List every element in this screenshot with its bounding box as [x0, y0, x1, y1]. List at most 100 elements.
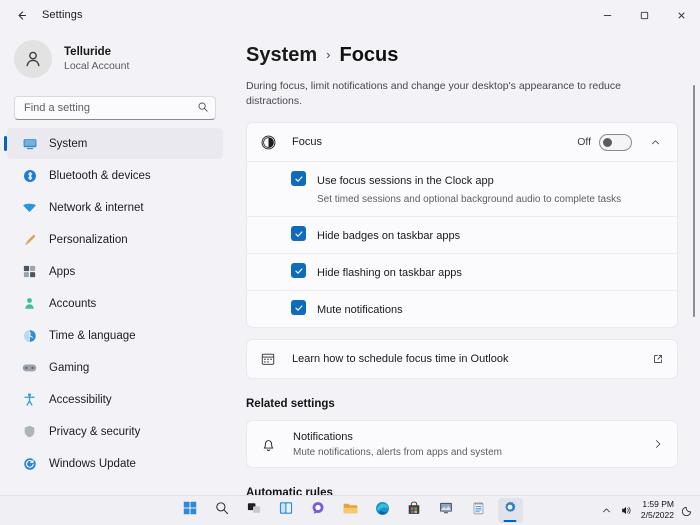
edge-browser-icon: [374, 500, 391, 522]
bell-icon: [260, 436, 280, 453]
focus-option-row[interactable]: Mute notifications: [247, 290, 677, 327]
focus-notification-button[interactable]: [682, 504, 694, 516]
minimize-button[interactable]: [589, 0, 626, 30]
widgets-icon: [278, 500, 294, 521]
gear-icon: [502, 500, 518, 521]
search-icon: [214, 500, 230, 521]
sidebar-item-gaming[interactable]: Gaming: [7, 352, 223, 383]
clock-globe-icon: [21, 327, 38, 344]
sidebar-item-network-internet[interactable]: Network & internet: [7, 192, 223, 223]
avatar: [14, 40, 52, 78]
focus-option-row[interactable]: Hide badges on taskbar apps: [247, 216, 677, 253]
row-texts: Use focus sessions in the Clock app Set …: [317, 171, 621, 206]
option-sublabel: Set timed sessions and optional backgrou…: [317, 194, 622, 206]
check-icon: [294, 268, 302, 274]
row-texts: Hide flashing on taskbar apps: [317, 263, 462, 281]
focus-expand-button[interactable]: [644, 131, 666, 153]
volume-button[interactable]: [620, 504, 633, 517]
focus-toggle[interactable]: [599, 133, 632, 151]
sidebar-item-label: Bluetooth & devices: [49, 169, 151, 182]
page-description: During focus, limit notifications and ch…: [246, 80, 621, 107]
edge-button[interactable]: [370, 498, 395, 523]
option-label: Hide badges on taskbar apps: [317, 230, 461, 243]
calendar-icon: [260, 351, 278, 367]
file-explorer-button[interactable]: [338, 498, 363, 523]
microsoft-store-button[interactable]: [402, 498, 427, 523]
clock[interactable]: 1:59 PM 2/5/2022: [641, 499, 674, 520]
task-view-icon: [246, 500, 262, 521]
option-label: Mute notifications: [317, 304, 403, 317]
search-button[interactable]: [210, 498, 235, 523]
sidebar-item-windows-update[interactable]: Windows Update: [7, 448, 223, 479]
breadcrumb-parent[interactable]: System: [246, 44, 317, 67]
system-tray: 1:59 PM 2/5/2022: [601, 495, 694, 525]
content-scrollbar[interactable]: [693, 85, 695, 317]
window-controls: [589, 0, 700, 30]
checkbox-mute-notifications[interactable]: [291, 300, 306, 316]
sidebar-nav: System Bluetooth & devices Network & int…: [0, 128, 230, 479]
sidebar-item-label: System: [49, 137, 88, 150]
snipping-tool-button[interactable]: [434, 498, 459, 523]
title-bar: Settings: [0, 0, 700, 30]
focus-moon-icon: [260, 134, 278, 151]
outlook-link-card[interactable]: Learn how to schedule focus time in Outl…: [246, 339, 678, 380]
paintbrush-icon: [21, 231, 38, 248]
focus-card-header: Focus Off: [247, 123, 677, 161]
task-view-button[interactable]: [242, 498, 267, 523]
speaker-icon: [622, 506, 631, 514]
start-button[interactable]: [178, 498, 203, 523]
external-link-icon: [652, 353, 664, 365]
notifications-row[interactable]: Notifications Mute notifications, alerts…: [246, 420, 678, 469]
search-container: [14, 96, 216, 120]
clock-time: 1:59 PM: [642, 499, 674, 510]
close-icon: [678, 11, 685, 19]
row-texts: Hide badges on taskbar apps: [317, 226, 460, 244]
widgets-button[interactable]: [274, 498, 299, 523]
sidebar-item-label: Accessibility: [49, 393, 112, 406]
maximize-icon: [640, 11, 649, 19]
sidebar-item-personalization[interactable]: Personalization: [7, 224, 223, 255]
chat-bubble-icon: [310, 500, 326, 521]
chat-button[interactable]: [306, 498, 331, 523]
sidebar-item-bluetooth-devices[interactable]: Bluetooth & devices: [7, 160, 223, 191]
focus-option-row[interactable]: Use focus sessions in the Clock app Set …: [247, 161, 677, 216]
sidebar-item-apps[interactable]: Apps: [7, 256, 223, 287]
tray-overflow-button[interactable]: [601, 505, 612, 516]
notepad-icon: [471, 501, 486, 521]
focus-toggle-state: Off: [577, 136, 591, 149]
settings-button[interactable]: [497, 498, 523, 523]
back-button[interactable]: [6, 4, 36, 26]
sidebar-item-accessibility[interactable]: Accessibility: [7, 384, 223, 415]
sidebar-item-label: Time & language: [49, 329, 136, 342]
option-label: Use focus sessions in the Clock app: [317, 175, 494, 188]
windows-logo-icon: [182, 500, 198, 521]
clock-date: 2/5/2022: [640, 510, 674, 520]
checkbox-use-focus-sessions[interactable]: [291, 171, 306, 187]
store-bag-icon: [406, 500, 422, 521]
account-card[interactable]: Telluride Local Account: [0, 32, 230, 86]
sidebar-item-label: Privacy & security: [49, 425, 141, 438]
sidebar-item-label: Personalization: [49, 233, 128, 246]
shield-icon: [21, 423, 38, 440]
sidebar-item-label: Apps: [49, 265, 76, 278]
toggle-knob: [603, 137, 612, 147]
notepad-button[interactable]: [466, 498, 491, 523]
checkbox-hide-flashing[interactable]: [291, 263, 306, 279]
sidebar-item-system[interactable]: System: [4, 128, 223, 159]
checkbox-hide-badges[interactable]: [291, 226, 306, 242]
breadcrumb: System › Focus: [246, 44, 678, 67]
sidebar-item-accounts[interactable]: Accounts: [7, 288, 223, 319]
accessibility-person-icon: [21, 391, 38, 408]
check-icon: [294, 231, 302, 237]
maximize-button[interactable]: [626, 0, 663, 30]
bluetooth-icon: [21, 167, 38, 184]
check-icon: [294, 305, 302, 311]
sidebar-item-privacy-security[interactable]: Privacy & security: [7, 416, 223, 447]
sidebar-item-label: Accounts: [49, 297, 97, 310]
sidebar-item-time-language[interactable]: Time & language: [7, 320, 223, 351]
search-input[interactable]: [14, 96, 216, 120]
close-button[interactable]: [663, 0, 700, 30]
notifications-subtitle: Mute notifications, alerts from apps and…: [293, 447, 502, 459]
focus-option-row[interactable]: Hide flashing on taskbar apps: [247, 253, 677, 290]
apps-grid-icon: [21, 263, 38, 280]
